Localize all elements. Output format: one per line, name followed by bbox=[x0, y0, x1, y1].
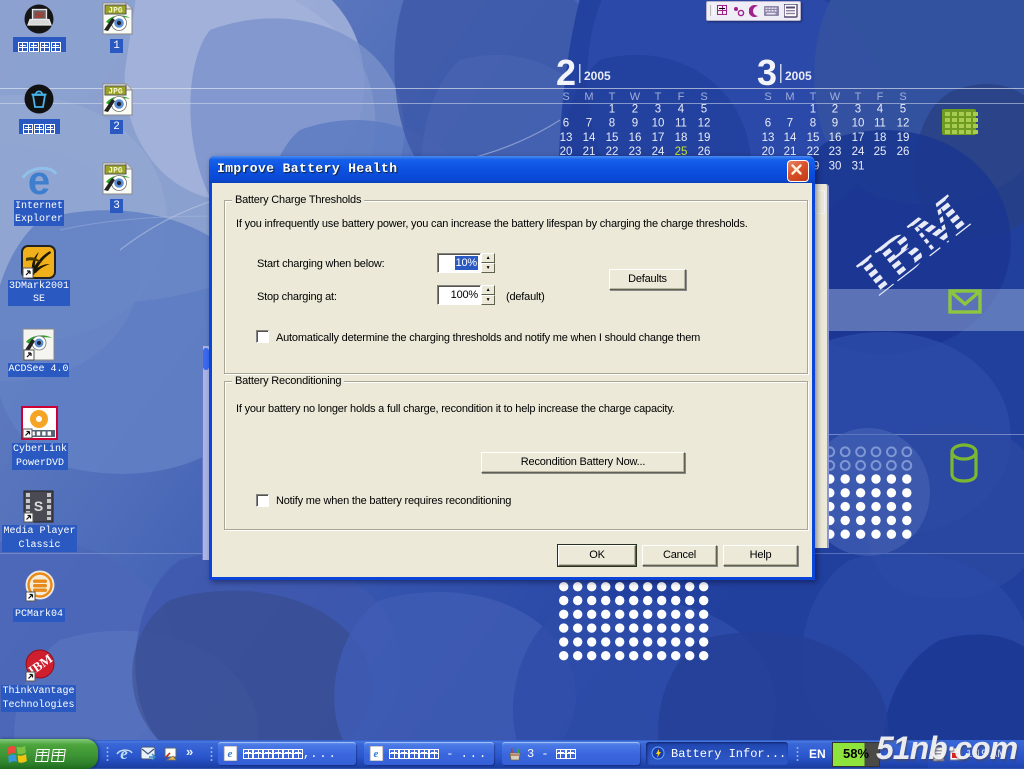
svg-text:19: 19 bbox=[897, 132, 910, 144]
svg-text:7: 7 bbox=[586, 118, 592, 130]
svg-text:13: 13 bbox=[560, 132, 573, 144]
svg-text:14: 14 bbox=[583, 132, 596, 144]
svg-text:F: F bbox=[877, 91, 884, 103]
svg-text:S: S bbox=[764, 91, 771, 103]
svg-text:e: e bbox=[120, 745, 128, 762]
svg-text:12: 12 bbox=[897, 118, 910, 130]
svg-text:11: 11 bbox=[874, 118, 886, 130]
svg-text:2: 2 bbox=[556, 52, 576, 93]
svg-text:JPG: JPG bbox=[108, 7, 123, 16]
svg-text:31: 31 bbox=[852, 160, 865, 172]
svg-text:JPG: JPG bbox=[108, 88, 123, 97]
svg-text:8: 8 bbox=[810, 118, 816, 130]
svg-text:24: 24 bbox=[852, 146, 865, 158]
svg-text:16: 16 bbox=[629, 132, 642, 144]
svg-text:10: 10 bbox=[652, 118, 665, 130]
svg-text:2005: 2005 bbox=[584, 69, 611, 83]
svg-text:F: F bbox=[678, 91, 685, 103]
svg-text:T: T bbox=[810, 91, 817, 103]
svg-text:13: 13 bbox=[762, 132, 775, 144]
svg-text:16: 16 bbox=[829, 132, 842, 144]
svg-text:5: 5 bbox=[701, 104, 707, 116]
svg-text:S: S bbox=[899, 91, 906, 103]
svg-text:M: M bbox=[785, 91, 794, 103]
svg-text:4: 4 bbox=[877, 104, 884, 116]
svg-text:17: 17 bbox=[852, 132, 865, 144]
svg-text:T: T bbox=[609, 91, 616, 103]
svg-text:2: 2 bbox=[832, 104, 838, 116]
svg-text:S: S bbox=[34, 498, 43, 514]
svg-text:W: W bbox=[630, 91, 641, 103]
svg-text:7: 7 bbox=[787, 118, 793, 130]
svg-text:W: W bbox=[830, 91, 841, 103]
svg-text:14: 14 bbox=[784, 132, 797, 144]
svg-text:3: 3 bbox=[757, 52, 777, 93]
svg-text:25: 25 bbox=[874, 146, 887, 158]
svg-text:6: 6 bbox=[765, 118, 771, 130]
svg-text:18: 18 bbox=[675, 132, 688, 144]
svg-text:10: 10 bbox=[852, 118, 865, 130]
svg-text:T: T bbox=[855, 91, 862, 103]
svg-text:5: 5 bbox=[900, 104, 906, 116]
svg-text:M: M bbox=[584, 91, 593, 103]
svg-text:S: S bbox=[700, 91, 707, 103]
svg-text:18: 18 bbox=[874, 132, 887, 144]
svg-text:15: 15 bbox=[807, 132, 820, 144]
svg-text:11: 11 bbox=[675, 118, 687, 130]
svg-text:JPG: JPG bbox=[108, 167, 123, 176]
svg-text:30: 30 bbox=[829, 160, 842, 172]
svg-text:2: 2 bbox=[632, 104, 638, 116]
svg-text:3: 3 bbox=[655, 104, 661, 116]
svg-text:1: 1 bbox=[810, 104, 816, 116]
svg-text:T: T bbox=[655, 91, 662, 103]
svg-text:3: 3 bbox=[855, 104, 861, 116]
svg-text:26: 26 bbox=[897, 146, 910, 158]
svg-text:12: 12 bbox=[698, 118, 711, 130]
svg-text:e: e bbox=[228, 748, 233, 760]
svg-text:2005: 2005 bbox=[785, 69, 812, 83]
svg-text:15: 15 bbox=[606, 132, 619, 144]
svg-text:19: 19 bbox=[698, 132, 711, 144]
svg-text:8: 8 bbox=[609, 118, 615, 130]
svg-text:9: 9 bbox=[832, 118, 838, 130]
svg-text:4: 4 bbox=[678, 104, 685, 116]
svg-text:23: 23 bbox=[829, 146, 842, 158]
svg-text:9: 9 bbox=[632, 118, 638, 130]
svg-text:e: e bbox=[374, 748, 379, 760]
svg-text:17: 17 bbox=[652, 132, 665, 144]
svg-text:S: S bbox=[562, 91, 569, 103]
svg-text:1: 1 bbox=[609, 104, 615, 116]
svg-text:6: 6 bbox=[563, 118, 569, 130]
